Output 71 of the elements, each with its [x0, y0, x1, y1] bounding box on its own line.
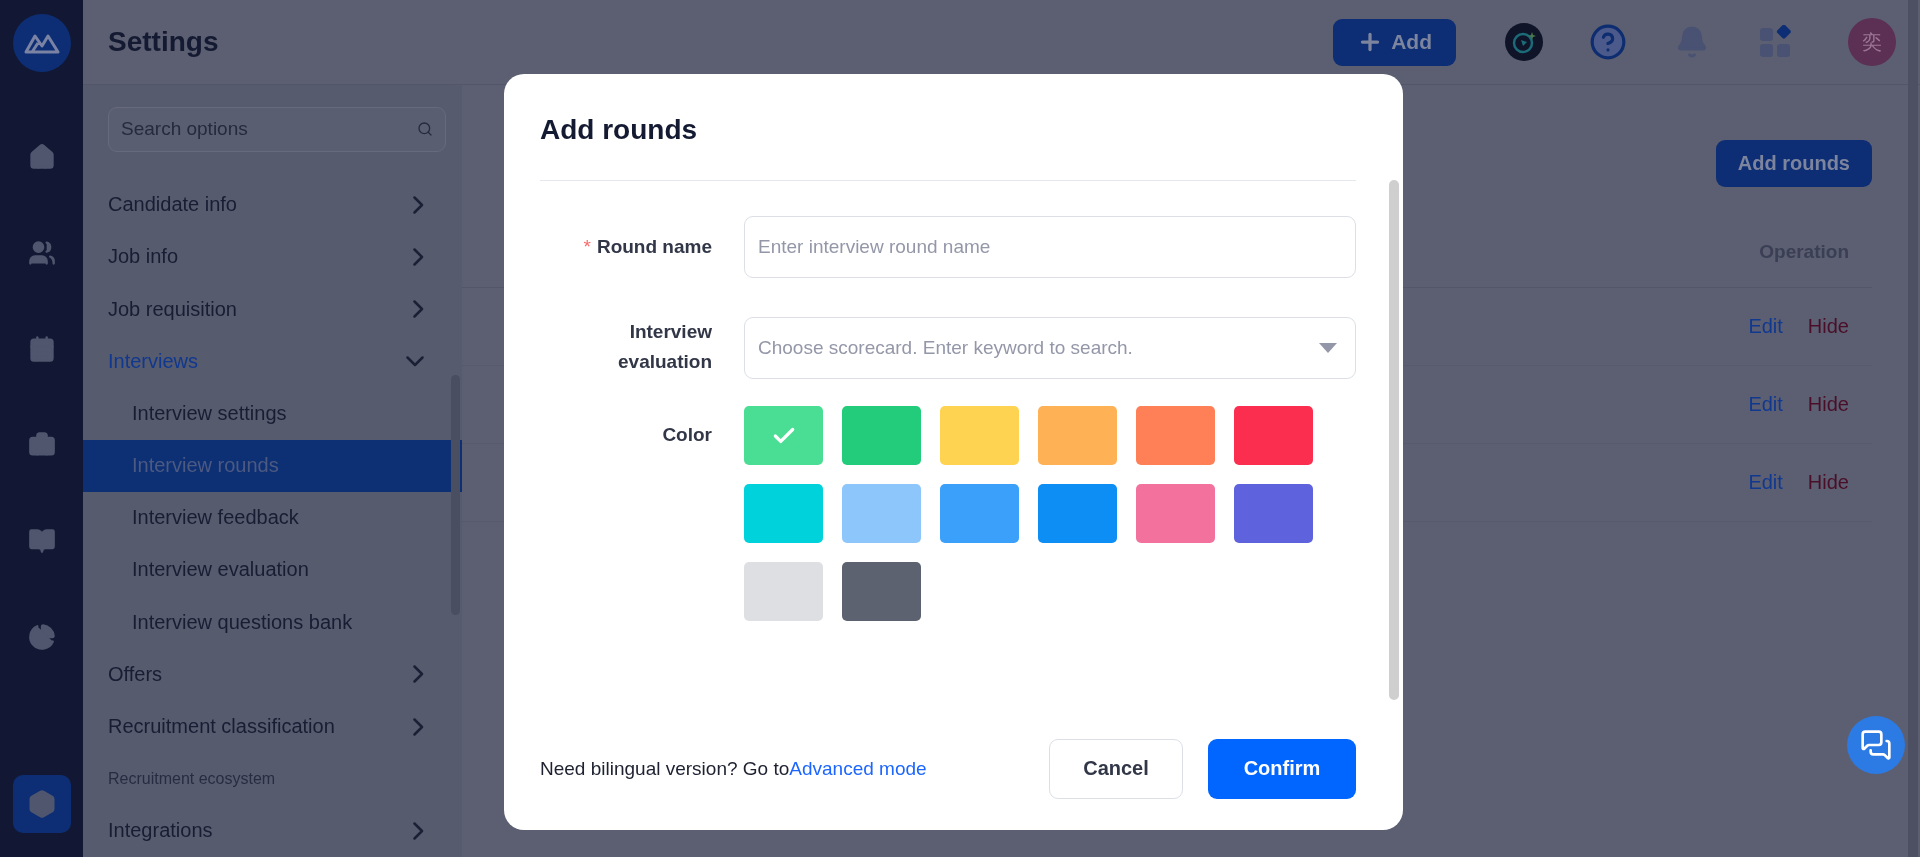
color-swatch[interactable] — [744, 484, 823, 543]
chevron-right-icon — [413, 717, 424, 736]
dialog-title: Add rounds — [540, 74, 1356, 181]
sidebar-item[interactable]: Interviews — [83, 335, 446, 388]
required-mark: * — [583, 236, 591, 257]
color-swatch[interactable] — [1136, 406, 1215, 465]
briefcase-icon — [27, 431, 56, 459]
scorecard-select[interactable]: Choose scorecard. Enter keyword to search. — [744, 317, 1356, 379]
scrollbar[interactable] — [1389, 180, 1399, 700]
scrollbar[interactable] — [451, 375, 460, 615]
color-swatch[interactable] — [744, 562, 823, 621]
color-swatch[interactable] — [1136, 484, 1215, 543]
sidebar-item[interactable]: Job info — [83, 230, 446, 283]
add-button[interactable]: Add — [1333, 18, 1456, 66]
color-swatch[interactable] — [1038, 406, 1117, 465]
sidebar-item[interactable]: Integrations — [83, 804, 446, 857]
sidebar-item[interactable]: Candidate info — [83, 178, 446, 231]
user-avatar[interactable]: 奕 — [1848, 18, 1896, 66]
chevron-right-icon — [413, 195, 424, 214]
edit-link[interactable]: Edit — [1748, 315, 1783, 338]
color-swatch[interactable] — [842, 406, 921, 465]
dropdown-caret-icon — [1319, 343, 1337, 353]
chevron-right-icon — [413, 247, 424, 266]
sidebar-subitem[interactable]: Interview questions bank — [83, 596, 446, 649]
color-swatch[interactable] — [1038, 484, 1117, 543]
people-icon — [27, 239, 56, 267]
color-swatch[interactable] — [842, 562, 921, 621]
sidebar-subitem[interactable]: Interview settings — [83, 387, 446, 440]
mountain-logo-icon — [23, 32, 60, 54]
round-name-field[interactable]: Enter interview round name — [744, 216, 1356, 278]
cancel-button[interactable]: Cancel — [1049, 738, 1183, 799]
confirm-button[interactable]: Confirm — [1208, 738, 1356, 799]
book-icon — [27, 527, 56, 555]
sidebar-item[interactable]: Recruitment classification — [83, 700, 446, 753]
chat-button[interactable] — [1847, 716, 1905, 774]
help-icon[interactable] — [1589, 23, 1627, 61]
apps-icon[interactable] — [1759, 25, 1793, 59]
color-swatch[interactable] — [1234, 484, 1313, 543]
color-swatch[interactable] — [744, 406, 823, 465]
color-swatch[interactable] — [940, 406, 1019, 465]
chevron-right-icon — [413, 665, 424, 684]
color-swatch[interactable] — [842, 484, 921, 543]
pie-chart-icon — [27, 623, 56, 651]
chevron-right-icon — [413, 300, 424, 319]
assistant-icon[interactable] — [1505, 23, 1543, 61]
field-label: Interview evaluation — [617, 320, 713, 374]
color-swatch[interactable] — [940, 484, 1019, 543]
color-swatch[interactable] — [1234, 406, 1313, 465]
sidebar-subitem[interactable]: Interview feedback — [83, 491, 446, 544]
home-icon — [27, 143, 56, 171]
edit-link[interactable]: Edit — [1748, 471, 1783, 494]
chevron-down-icon — [406, 355, 424, 367]
field-label: Color — [661, 423, 713, 447]
advanced-mode-link[interactable]: Advanced mode — [789, 757, 1049, 780]
add-rounds-button[interactable]: Add rounds — [1715, 140, 1872, 187]
hide-link[interactable]: Hide — [1807, 315, 1849, 338]
edit-link[interactable]: Edit — [1748, 393, 1783, 416]
sidebar-subitem[interactable]: Interview rounds — [83, 439, 462, 492]
hide-link[interactable]: Hide — [1807, 393, 1849, 416]
chat-bubbles-icon — [1860, 729, 1892, 761]
calendar-icon — [27, 335, 56, 363]
sidebar-item[interactable]: Offers — [83, 648, 446, 701]
sidebar-subitem[interactable]: Interview evaluation — [83, 543, 446, 597]
search-icon — [417, 121, 433, 138]
footer-text: Need bilingual version? Go to — [540, 757, 790, 780]
page-title: Settings — [108, 26, 220, 58]
field-label: * Round name — [582, 235, 713, 259]
hide-link[interactable]: Hide — [1807, 471, 1849, 494]
settings-nav-button[interactable] — [12, 775, 71, 833]
sidebar-item[interactable]: Job requisition — [83, 282, 446, 336]
chevron-right-icon — [413, 821, 424, 840]
